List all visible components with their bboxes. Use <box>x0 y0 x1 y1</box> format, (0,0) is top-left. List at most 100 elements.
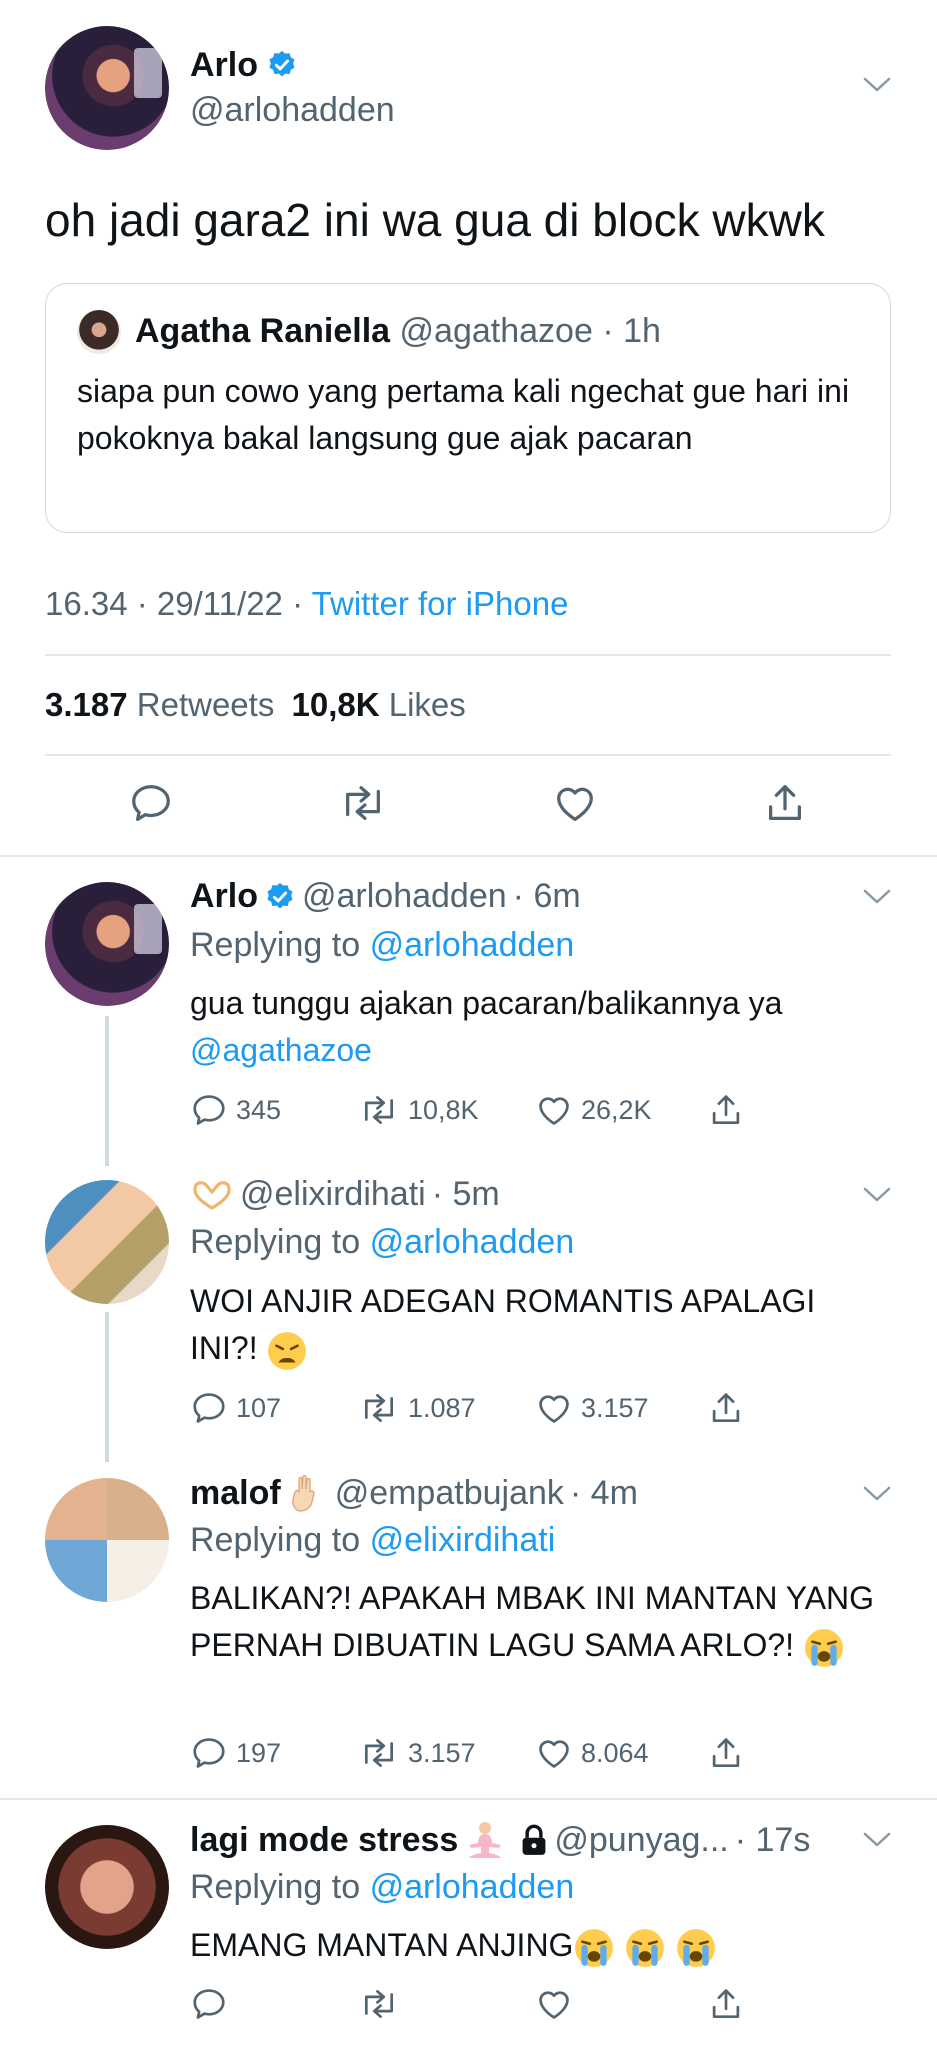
retweet-count: 3.157 <box>408 1737 476 1768</box>
share-icon <box>707 1389 745 1427</box>
share-button[interactable] <box>707 1091 745 1129</box>
replying-to: Replying to @arlohadden <box>190 1223 574 1262</box>
chevron-down-icon[interactable] <box>862 888 892 906</box>
quoted-avatar <box>77 310 121 354</box>
like-count[interactable]: 10,8K <box>292 686 380 723</box>
like-icon <box>535 1734 573 1772</box>
divider <box>45 654 891 656</box>
like-icon <box>535 1091 573 1129</box>
author-handle[interactable]: @arlohadden <box>302 877 507 916</box>
quoted-author-name: Agatha Raniella <box>135 312 391 350</box>
reply-icon[interactable] <box>190 1985 228 2023</box>
like-button[interactable]: 26,2K <box>535 1091 652 1129</box>
lock-icon <box>520 1824 548 1856</box>
main-tweet: Arlo @arlohadden oh jadi gara2 ini wa gu… <box>0 0 937 856</box>
reply-count: 197 <box>236 1737 282 1768</box>
reply-icon[interactable] <box>128 780 174 826</box>
crying-face-emoji-icon <box>675 1927 717 1969</box>
replying-to-link[interactable]: @arlohadden <box>370 1223 575 1261</box>
author-handle[interactable]: @empatbujank <box>335 1474 564 1513</box>
crying-face-emoji-icon <box>803 1627 845 1669</box>
avatar[interactable] <box>45 26 169 150</box>
section-separator <box>0 855 937 857</box>
reply-text-body: EMANG MANTAN ANJING <box>190 1927 574 1963</box>
share-icon[interactable] <box>707 1985 745 2023</box>
avatar[interactable] <box>45 1180 169 1304</box>
mention-link[interactable]: @agathazoe <box>190 1032 372 1068</box>
author-handle[interactable]: @arlohadden <box>190 91 395 130</box>
retweet-icon <box>358 1389 400 1427</box>
retweet-icon[interactable] <box>338 780 388 826</box>
like-count: 8.064 <box>581 1737 649 1768</box>
replying-to: Replying to @arlohadden <box>190 1868 574 1907</box>
like-icon[interactable] <box>535 1985 573 2023</box>
meditating-person-emoji-icon <box>464 1820 506 1860</box>
author-name[interactable]: Arlo <box>190 46 258 85</box>
like-icon <box>535 1389 573 1427</box>
share-icon <box>707 1734 745 1772</box>
crying-face-emoji-icon <box>624 1927 666 1969</box>
reply-time: · 4m <box>569 1473 638 1512</box>
like-count: 26,2K <box>581 1094 652 1125</box>
author-handle[interactable]: @punyag... <box>554 1821 728 1860</box>
quoted-header: Agatha Raniella @agathazoe · 1h <box>135 312 661 351</box>
reply-text-body: gua tunggu ajakan pacaran/balikannya ya <box>190 985 783 1021</box>
tweet-text: oh jadi gara2 ini wa gua di block wkwk <box>45 194 825 246</box>
retweet-button[interactable]: 1.087 <box>358 1389 476 1427</box>
like-label[interactable]: Likes <box>389 686 466 723</box>
divider <box>45 754 891 756</box>
replying-to-link[interactable]: @elixirdihati <box>370 1521 556 1559</box>
hand-emoji-icon <box>287 1473 323 1513</box>
retweet-button[interactable]: 10,8K <box>358 1091 479 1129</box>
author-name-row[interactable]: Arlo <box>190 46 300 85</box>
avatar[interactable] <box>45 882 169 1006</box>
reply-time: · 5m <box>431 1175 500 1213</box>
reply-time: · 17s <box>734 1820 811 1859</box>
retweet-count[interactable]: 3.187 <box>45 686 128 723</box>
reply-icon <box>190 1734 228 1772</box>
replying-label: Replying to <box>190 1868 361 1906</box>
reply-icon <box>190 1389 228 1427</box>
verified-badge-icon <box>264 881 296 913</box>
avatar[interactable] <box>45 1825 169 1949</box>
share-button[interactable] <box>707 1734 745 1772</box>
like-button[interactable]: 8.064 <box>535 1734 649 1772</box>
tweet-source-link[interactable]: Twitter for iPhone <box>312 585 569 622</box>
author-name[interactable]: malof <box>190 1474 281 1513</box>
like-button[interactable]: 3.157 <box>535 1389 649 1427</box>
author-handle[interactable]: @elixirdihati <box>240 1175 426 1214</box>
chevron-down-icon[interactable] <box>862 1186 892 1204</box>
quoted-time: · 1h <box>602 312 661 350</box>
replying-to-link[interactable]: @arlohadden <box>370 1868 575 1906</box>
quoted-tweet[interactable]: Agatha Raniella @agathazoe · 1h siapa pu… <box>45 283 891 533</box>
avatar[interactable] <box>45 1478 169 1602</box>
weary-face-emoji-icon <box>266 1330 308 1372</box>
replying-to: Replying to @arlohadden <box>190 926 574 965</box>
section-separator <box>0 1798 937 1800</box>
share-icon[interactable] <box>762 780 808 826</box>
retweet-count: 1.087 <box>408 1392 476 1423</box>
tweet-timestamp: 16.34 · 29/11/22 · <box>45 585 312 622</box>
chevron-down-icon[interactable] <box>862 76 892 94</box>
reply-button[interactable]: 107 <box>190 1389 281 1427</box>
chevron-down-icon[interactable] <box>862 1485 892 1503</box>
retweet-button[interactable]: 3.157 <box>358 1734 476 1772</box>
chevron-down-icon[interactable] <box>862 1831 892 1849</box>
author-name[interactable]: lagi mode stress <box>190 1821 458 1860</box>
reply-count: 345 <box>236 1094 282 1125</box>
share-button[interactable] <box>707 1389 745 1427</box>
reply-header: @elixirdihati · 5m <box>190 1175 500 1214</box>
replying-to: Replying to @elixirdihati <box>190 1521 555 1560</box>
reply-text: EMANG MANTAN ANJING <box>190 1922 890 1969</box>
retweet-count: 10,8K <box>408 1094 479 1125</box>
like-icon[interactable] <box>552 780 598 826</box>
retweet-label[interactable]: Retweets <box>137 686 275 723</box>
tweet-meta: 16.34 · 29/11/22 · Twitter for iPhone <box>45 585 568 623</box>
thread-line <box>105 1312 109 1462</box>
quoted-text: siapa pun cowo yang pertama kali ngechat… <box>77 373 850 456</box>
replying-to-link[interactable]: @arlohadden <box>370 926 575 964</box>
reply-button[interactable]: 345 <box>190 1091 281 1129</box>
reply-button[interactable]: 197 <box>190 1734 281 1772</box>
retweet-icon[interactable] <box>358 1985 400 2023</box>
author-name[interactable]: Arlo <box>190 877 258 916</box>
